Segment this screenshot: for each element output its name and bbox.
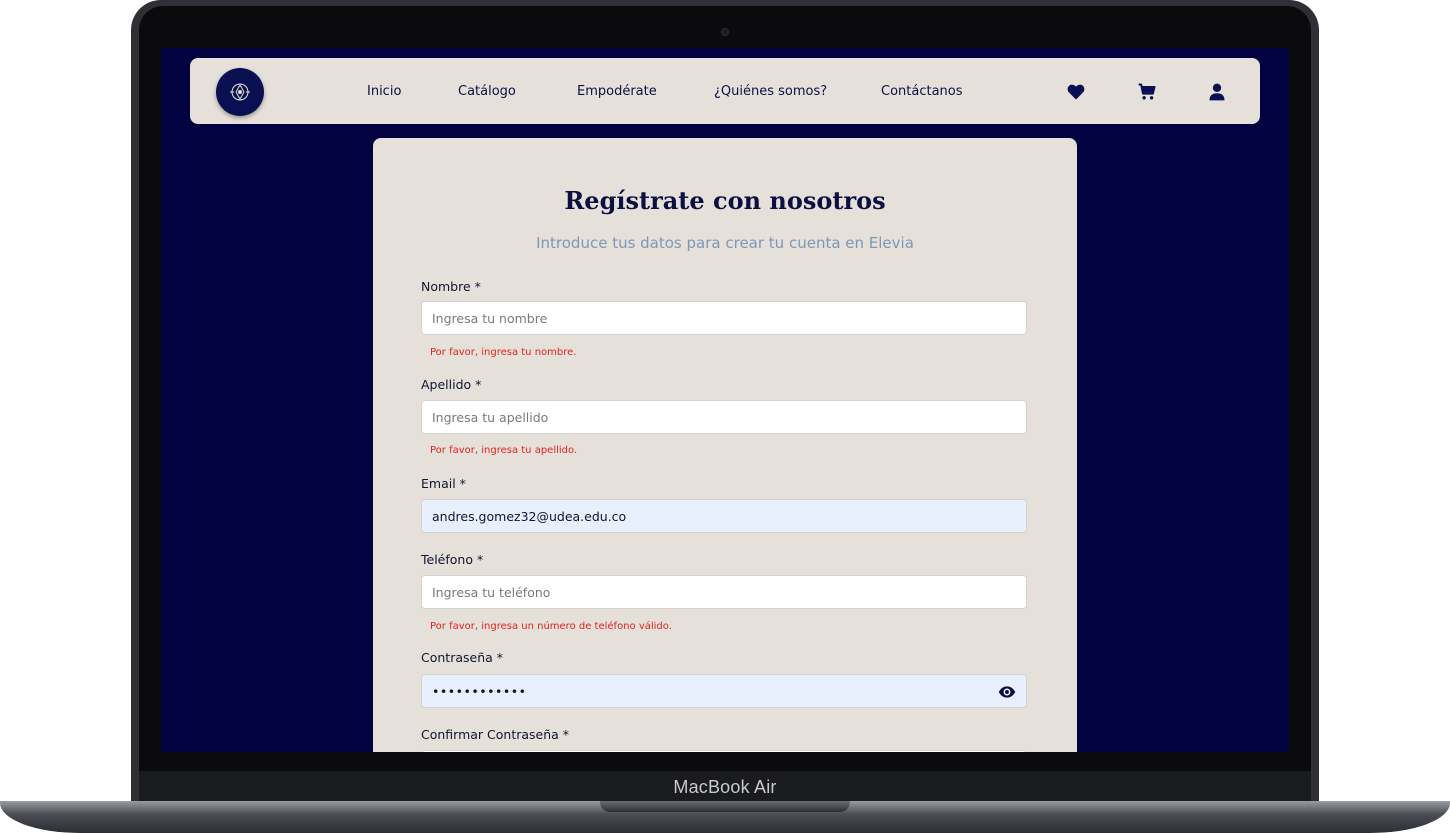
apellido-field: [421, 400, 1027, 434]
apellido-input[interactable]: [422, 401, 1026, 433]
email-field: [421, 499, 1027, 533]
cart-icon[interactable]: [1137, 82, 1157, 102]
contrasena-field: [421, 674, 1027, 708]
telefono-error: Por favor, ingresa un número de teléfono…: [430, 621, 672, 632]
user-icon[interactable]: [1207, 82, 1227, 102]
apellido-error: Por favor, ingresa tu apellido.: [430, 445, 578, 456]
email-label: Email *: [421, 476, 466, 491]
page-subtitle: Introduce tus datos para crear tu cuenta…: [536, 234, 914, 252]
contrasena-input[interactable]: [422, 675, 1026, 707]
nombre-input[interactable]: [422, 302, 1026, 334]
laptop-notch: [600, 801, 850, 812]
telefono-field: [421, 575, 1027, 609]
telefono-label: Teléfono *: [421, 552, 484, 567]
nav-link-catalogo[interactable]: Catálogo: [458, 84, 516, 99]
nav-link-contactanos[interactable]: Contáctanos: [881, 84, 963, 99]
confirmar-input[interactable]: [422, 751, 1026, 752]
nombre-error: Por favor, ingresa tu nombre.: [430, 347, 577, 358]
nav-link-inicio[interactable]: Inicio: [367, 84, 401, 99]
email-input[interactable]: [422, 500, 1026, 532]
device-label: MacBook Air: [673, 777, 777, 797]
nombre-field: [421, 301, 1027, 335]
confirmar-field: [421, 750, 1027, 752]
contrasena-label: Contraseña *: [421, 650, 504, 665]
top-navbar: Inicio Catálogo Empodérate ¿Quiénes somo…: [190, 58, 1260, 124]
nav-link-quienes-somos[interactable]: ¿Quiénes somos?: [714, 84, 827, 99]
page-title: Regístrate con nosotros: [564, 186, 886, 215]
heart-icon[interactable]: [1066, 82, 1086, 102]
nav-link-empoderate[interactable]: Empodérate: [577, 84, 657, 99]
nombre-label: Nombre *: [421, 279, 481, 294]
eye-icon[interactable]: [998, 683, 1016, 701]
brand-logo[interactable]: [216, 68, 264, 116]
apellido-label: Apellido *: [421, 377, 482, 392]
telefono-input[interactable]: [422, 576, 1026, 608]
confirmar-label: Confirmar Contraseña *: [421, 727, 570, 742]
register-card: Regístrate con nosotros Introduce tus da…: [373, 138, 1077, 752]
screen: Inicio Catálogo Empodérate ¿Quiénes somo…: [161, 48, 1289, 752]
camera-icon: [721, 28, 729, 36]
logo-icon: [230, 83, 250, 101]
